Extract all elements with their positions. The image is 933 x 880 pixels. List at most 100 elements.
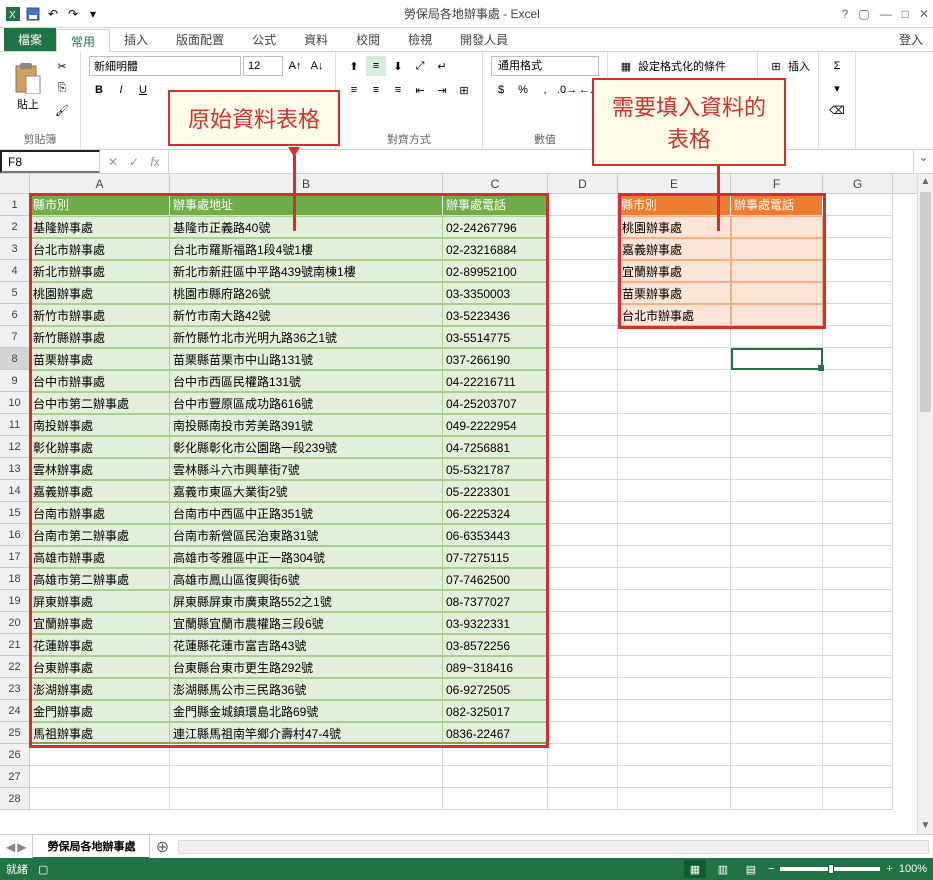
cell-D10[interactable] xyxy=(548,392,618,414)
cell-G25[interactable] xyxy=(823,722,893,744)
cell-E5[interactable]: 苗栗辦事處 xyxy=(618,282,731,304)
scroll-down-icon[interactable]: ▼ xyxy=(918,818,933,834)
cell-F15[interactable] xyxy=(731,502,823,524)
cell-G21[interactable] xyxy=(823,634,893,656)
row-header-24[interactable]: 24 xyxy=(0,700,30,722)
cell-B4[interactable]: 新北市新莊區中平路439號南棟1樓 xyxy=(170,260,443,282)
row-header-1[interactable]: 1 xyxy=(0,194,30,216)
cell-G18[interactable] xyxy=(823,568,893,590)
sheet-tab-1[interactable]: 勞保局各地辦事處 xyxy=(32,834,150,859)
minimize-icon[interactable]: — xyxy=(880,7,892,21)
cell-G24[interactable] xyxy=(823,700,893,722)
cell-C7[interactable]: 03-5514775 xyxy=(443,326,548,348)
cell-D19[interactable] xyxy=(548,590,618,612)
cond-format-label[interactable]: 設定格式化的條件 xyxy=(638,58,726,74)
cell-G16[interactable] xyxy=(823,524,893,546)
row-header-11[interactable]: 11 xyxy=(0,414,30,436)
cell-B15[interactable]: 台南市中西區中正路351號 xyxy=(170,502,443,524)
cell-B26[interactable] xyxy=(170,744,443,766)
cell-C19[interactable]: 08-7377027 xyxy=(443,590,548,612)
cell-B25[interactable]: 連江縣馬祖南竿鄉介壽村47-4號 xyxy=(170,722,443,744)
cell-C8[interactable]: 037-266190 xyxy=(443,348,548,370)
cell-F9[interactable] xyxy=(731,370,823,392)
cell-A22[interactable]: 台東辦事處 xyxy=(30,656,170,678)
format-painter-icon[interactable]: 🖌 xyxy=(52,100,72,120)
cell-A12[interactable]: 彰化辦事處 xyxy=(30,436,170,458)
help-icon[interactable]: ? xyxy=(842,7,849,21)
fill-icon[interactable]: ▾ xyxy=(827,78,847,98)
cell-A1[interactable]: 縣市別 xyxy=(30,194,170,216)
cell-B9[interactable]: 台中市西區民權路131號 xyxy=(170,370,443,392)
save-icon[interactable] xyxy=(24,5,42,23)
cell-A18[interactable]: 高雄市第二辦事處 xyxy=(30,568,170,590)
cell-C1[interactable]: 辦事處電話 xyxy=(443,194,548,216)
cell-B19[interactable]: 屏東縣屏東市廣東路552之1號 xyxy=(170,590,443,612)
cell-G1[interactable] xyxy=(823,194,893,216)
cell-E27[interactable] xyxy=(618,766,731,788)
cell-E1[interactable]: 縣市別 xyxy=(618,194,731,216)
cell-E4[interactable]: 宜蘭辦事處 xyxy=(618,260,731,282)
cell-C12[interactable]: 04-7256881 xyxy=(443,436,548,458)
cell-C28[interactable] xyxy=(443,788,548,810)
row-header-25[interactable]: 25 xyxy=(0,722,30,744)
cell-G4[interactable] xyxy=(823,260,893,282)
cell-F16[interactable] xyxy=(731,524,823,546)
cell-D15[interactable] xyxy=(548,502,618,524)
expand-fbar-icon[interactable]: ⌄ xyxy=(913,150,933,173)
sheet-nav-next-icon[interactable]: ▶ xyxy=(17,840,26,854)
cell-E17[interactable] xyxy=(618,546,731,568)
cell-F21[interactable] xyxy=(731,634,823,656)
cell-D1[interactable] xyxy=(548,194,618,216)
cell-C17[interactable]: 07-7275115 xyxy=(443,546,548,568)
cell-E6[interactable]: 台北市辦事處 xyxy=(618,304,731,326)
cell-F23[interactable] xyxy=(731,678,823,700)
cell-E12[interactable] xyxy=(618,436,731,458)
enter-fx-icon[interactable]: ✓ xyxy=(125,155,143,169)
signin-link[interactable]: 登入 xyxy=(889,28,933,51)
number-format-select[interactable]: 通用格式 xyxy=(491,56,599,76)
col-header-B[interactable]: B xyxy=(170,174,443,193)
cell-A4[interactable]: 新北市辦事處 xyxy=(30,260,170,282)
underline-icon[interactable]: U xyxy=(133,80,153,100)
row-header-27[interactable]: 27 xyxy=(0,766,30,788)
cell-E23[interactable] xyxy=(618,678,731,700)
cell-F27[interactable] xyxy=(731,766,823,788)
cell-E3[interactable]: 嘉義辦事處 xyxy=(618,238,731,260)
cell-F17[interactable] xyxy=(731,546,823,568)
cell-C16[interactable]: 06-6353443 xyxy=(443,524,548,546)
cell-C26[interactable] xyxy=(443,744,548,766)
scroll-up-icon[interactable]: ▲ xyxy=(918,174,933,190)
cell-G14[interactable] xyxy=(823,480,893,502)
sheet-nav-prev-icon[interactable]: ◀ xyxy=(6,840,15,854)
cell-G5[interactable] xyxy=(823,282,893,304)
row-header-5[interactable]: 5 xyxy=(0,282,30,304)
cell-D16[interactable] xyxy=(548,524,618,546)
cell-D7[interactable] xyxy=(548,326,618,348)
tab-data[interactable]: 資料 xyxy=(290,28,342,51)
view-pagelayout-icon[interactable]: ▥ xyxy=(712,860,734,878)
cell-E22[interactable] xyxy=(618,656,731,678)
cell-G12[interactable] xyxy=(823,436,893,458)
macro-record-icon[interactable]: ▢ xyxy=(38,863,48,876)
cell-C25[interactable]: 0836-22467 xyxy=(443,722,548,744)
cell-G19[interactable] xyxy=(823,590,893,612)
cell-F18[interactable] xyxy=(731,568,823,590)
close-icon[interactable]: ✕ xyxy=(919,7,929,21)
cell-A13[interactable]: 雲林辦事處 xyxy=(30,458,170,480)
cell-E25[interactable] xyxy=(618,722,731,744)
cell-F13[interactable] xyxy=(731,458,823,480)
row-header-6[interactable]: 6 xyxy=(0,304,30,326)
cell-F14[interactable] xyxy=(731,480,823,502)
cell-B13[interactable]: 雲林縣斗六市興華街7號 xyxy=(170,458,443,480)
cell-C10[interactable]: 04-25203707 xyxy=(443,392,548,414)
cell-E20[interactable] xyxy=(618,612,731,634)
cell-G22[interactable] xyxy=(823,656,893,678)
cell-B20[interactable]: 宜蘭縣宜蘭市農權路三段6號 xyxy=(170,612,443,634)
align-center-icon[interactable]: ≡ xyxy=(366,80,386,100)
col-header-C[interactable]: C xyxy=(443,174,548,193)
currency-icon[interactable]: $ xyxy=(491,80,511,100)
cell-C4[interactable]: 02-89952100 xyxy=(443,260,548,282)
cell-B18[interactable]: 高雄市鳳山區復興街6號 xyxy=(170,568,443,590)
cell-D9[interactable] xyxy=(548,370,618,392)
cut-icon[interactable]: ✂ xyxy=(52,56,72,76)
